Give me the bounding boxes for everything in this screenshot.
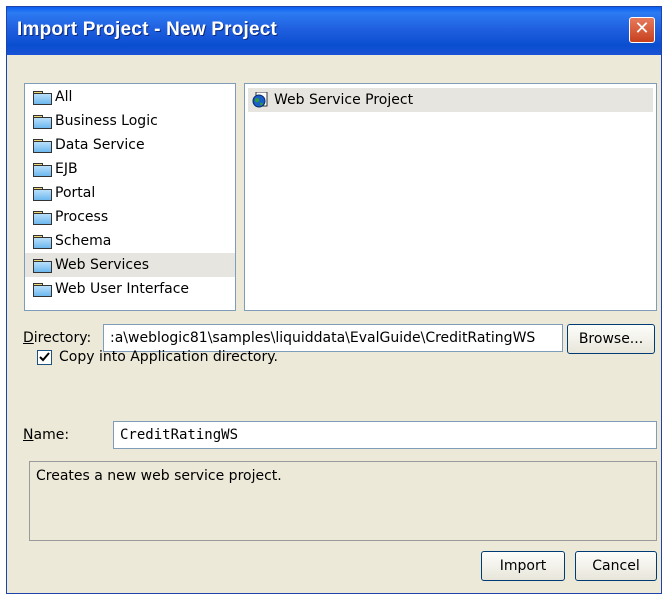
folder-icon — [33, 91, 52, 105]
title-bar[interactable]: Import Project - New Project ✕ — [7, 7, 661, 55]
category-label: Business Logic — [55, 113, 158, 129]
folder-icon — [33, 115, 52, 129]
import-button[interactable]: Import — [481, 551, 565, 581]
category-item-process[interactable]: Process — [25, 205, 235, 229]
category-label: All — [55, 89, 73, 105]
category-item-data-service[interactable]: Data Service — [25, 133, 235, 157]
description-box: Creates a new web service project. — [29, 461, 657, 541]
checkmark-icon — [39, 352, 50, 362]
folder-icon — [33, 259, 52, 273]
dialog-title: Import Project - New Project — [17, 19, 278, 40]
copy-checkbox[interactable] — [37, 350, 52, 365]
category-item-web-services[interactable]: Web Services — [25, 253, 235, 277]
name-field[interactable]: CreditRatingWS — [113, 421, 657, 449]
folder-icon — [33, 211, 52, 225]
category-item-ejb[interactable]: EJB — [25, 157, 235, 181]
category-label: Process — [55, 209, 109, 225]
import-project-dialog: Import Project - New Project ✕ All Busin… — [6, 6, 662, 594]
project-type-list: Web Service Project — [244, 83, 657, 311]
category-item-business-logic[interactable]: Business Logic — [25, 109, 235, 133]
name-label: Name: — [23, 427, 70, 443]
folder-icon — [33, 235, 52, 249]
copy-label: Copy into Application directory. — [59, 349, 278, 365]
category-item-web-user-interface[interactable]: Web User Interface — [25, 277, 235, 301]
category-label: Web Services — [55, 257, 150, 273]
category-label: Portal — [55, 185, 96, 201]
globe-icon — [252, 92, 268, 108]
category-item-all[interactable]: All — [25, 85, 235, 109]
category-label: EJB — [55, 161, 78, 177]
browse-button[interactable]: Browse... — [567, 324, 655, 354]
cancel-button[interactable]: Cancel — [575, 551, 657, 581]
folder-icon — [33, 187, 52, 201]
category-label: Data Service — [55, 137, 145, 153]
category-item-schema[interactable]: Schema — [25, 229, 235, 253]
directory-field[interactable]: :a\weblogic81\samples\liquiddata\EvalGui… — [103, 324, 563, 352]
close-icon: ✕ — [634, 18, 650, 39]
project-type-web-service-project[interactable]: Web Service Project — [248, 88, 653, 112]
project-type-label: Web Service Project — [274, 92, 414, 108]
close-button[interactable]: ✕ — [629, 17, 655, 43]
folder-icon — [33, 283, 52, 297]
category-label: Schema — [55, 233, 112, 249]
folder-icon — [33, 139, 52, 153]
category-label: Web User Interface — [55, 281, 190, 297]
folder-icon — [33, 163, 52, 177]
category-list: All Business Logic Data Service EJB Port… — [24, 83, 236, 311]
category-item-portal[interactable]: Portal — [25, 181, 235, 205]
directory-label: Directory: — [23, 330, 92, 346]
